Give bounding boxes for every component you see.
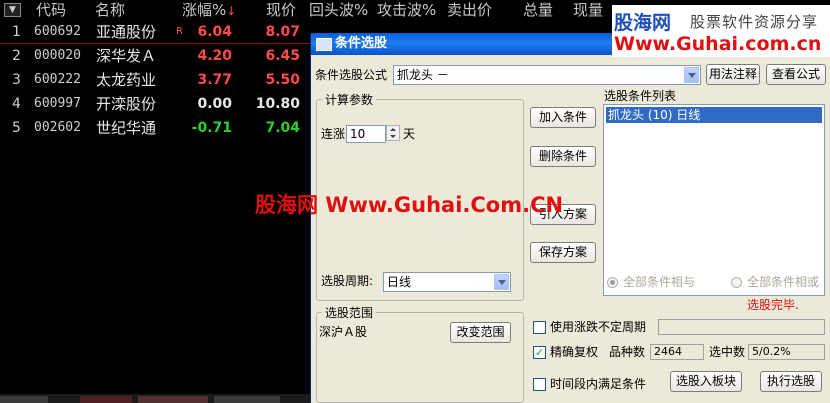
status-text: 选股完毕. [747, 298, 799, 312]
window-icon [316, 38, 332, 51]
logo-name: 股海网 [614, 12, 672, 34]
rights-flag-badge: R [176, 26, 183, 37]
change-percent: 0.00 [197, 96, 232, 112]
change-percent: 3.77 [197, 72, 232, 88]
stock-name: 开滦股份 [96, 95, 157, 113]
current-price: 6.45 [265, 48, 300, 64]
formula-label: 条件选股公式 [315, 68, 388, 82]
use-period-checkbox[interactable] [533, 321, 546, 334]
header-volume[interactable]: 总量 [523, 0, 553, 20]
header-change-label: 涨幅% [182, 1, 227, 19]
dropdown-triangle-icon[interactable]: ▼ [4, 3, 21, 17]
varieties-label: 品种数 [609, 345, 646, 359]
stock-code: 600692 [34, 24, 81, 39]
sort-down-icon: ↓ [226, 4, 237, 18]
header-pullback[interactable]: 回头波% [309, 0, 368, 20]
current-price: 10.80 [255, 96, 300, 112]
varieties-count: 2464 [650, 344, 704, 360]
selected-label: 选中数 [709, 345, 746, 359]
logo-slogan: 股票软件资源分享 [690, 13, 819, 31]
bottom-tab[interactable] [138, 396, 208, 403]
period-select[interactable]: 日线 [383, 272, 511, 292]
header-sell-price[interactable]: 卖出价 [447, 0, 492, 20]
stock-name: 世纪华通 [96, 119, 157, 137]
period-value: 日线 [387, 275, 412, 289]
center-watermark: 股海网 Www.Guhai.Com.CN [255, 193, 564, 217]
row-index: 4 [12, 96, 21, 112]
bottom-tab[interactable] [80, 396, 132, 403]
bottom-tab[interactable] [214, 396, 280, 403]
table-row[interactable]: 2 000020 深华发Ａ 4.20 6.45 [0, 44, 310, 68]
chevron-down-icon[interactable] [684, 67, 699, 83]
stock-name: 深华发Ａ [96, 47, 157, 65]
stock-name: 太龙药业 [96, 71, 157, 89]
site-logo-watermark: 股海网 股票软件资源分享 Www.Guhai.com.cn [612, 5, 830, 57]
stock-name: 亚通股份 [96, 23, 157, 41]
row-index: 3 [12, 72, 21, 88]
table-row[interactable]: 4 600997 开滦股份 0.00 10.80 [0, 92, 310, 116]
execute-select-button[interactable]: 执行选股 [760, 371, 822, 392]
param-stepper[interactable] [386, 125, 400, 141]
param-input[interactable]: 10 [346, 125, 386, 143]
use-period-label: 使用涨跌不定周期 [550, 320, 647, 334]
header-code[interactable]: 代码 [36, 0, 66, 20]
delete-condition-button[interactable]: 删除条件 [530, 146, 596, 167]
range-group-title: 选股范围 [322, 306, 377, 320]
change-percent: 6.04 [197, 24, 232, 40]
current-price: 8.07 [265, 24, 300, 40]
row-index: 2 [12, 48, 21, 64]
stock-code: 002602 [34, 120, 81, 135]
stock-code: 600997 [34, 96, 81, 111]
exact-fq-label: 精确复权 [550, 345, 599, 359]
time-range-label: 时间段内满足条件 [550, 377, 647, 391]
radio-all-or-label: 全部条件相或 [747, 275, 820, 289]
logo-url: Www.Guhai.com.cn [614, 33, 822, 55]
time-range-checkbox[interactable] [533, 378, 546, 391]
view-formula-button[interactable]: 查看公式 [766, 64, 826, 85]
row-index: 5 [12, 120, 21, 136]
dialog-title: 条件选股 [335, 36, 388, 51]
header-change[interactable]: 涨幅%↓ [182, 0, 236, 20]
stock-code: 600222 [34, 72, 81, 87]
chevron-down-icon[interactable] [494, 274, 509, 290]
table-row[interactable]: 5 002602 世纪华通 -0.71 7.04 [0, 116, 310, 140]
row-index: 1 [12, 24, 21, 40]
header-name[interactable]: 名称 [95, 0, 125, 20]
param-label: 连涨 [321, 127, 346, 141]
header-current-volume[interactable]: 现量 [573, 0, 603, 20]
table-row[interactable]: 3 600222 太龙药业 3.77 5.50 [0, 68, 310, 92]
formula-select[interactable]: 抓龙头 － [393, 65, 701, 85]
stock-code: 000020 [34, 48, 81, 63]
period-label: 选股周期: [321, 274, 374, 288]
current-price: 7.04 [265, 120, 300, 136]
change-range-button[interactable]: 改变范围 [450, 322, 511, 343]
period-field [658, 319, 825, 335]
condition-list-title: 选股条件列表 [604, 89, 677, 103]
current-price: 5.50 [265, 72, 300, 88]
range-value: 深沪Ａ股 [319, 325, 368, 339]
formula-value: 抓龙头 － [397, 68, 449, 82]
change-percent: -0.71 [191, 120, 232, 136]
bottom-tab[interactable] [0, 396, 48, 403]
exact-fq-checkbox[interactable]: ✓ [533, 346, 546, 359]
radio-all-or[interactable] [731, 277, 742, 288]
change-percent: 4.20 [197, 48, 232, 64]
table-row[interactable]: 1 600692 亚通股份 R 6.04 8.07 [0, 20, 310, 44]
add-condition-button[interactable]: 加入条件 [530, 107, 596, 128]
selected-count: 5/0.2% [748, 344, 825, 360]
radio-all-and-label: 全部条件相与 [623, 275, 696, 289]
save-plan-button[interactable]: 保存方案 [530, 242, 596, 263]
param-unit: 天 [403, 127, 416, 141]
list-item[interactable]: 抓龙头 (10) 日线 [606, 107, 822, 123]
to-block-button[interactable]: 选股入板块 [670, 371, 742, 392]
condition-list[interactable]: 抓龙头 (10) 日线 [603, 104, 825, 296]
header-attack[interactable]: 攻击波% [377, 0, 436, 20]
header-price[interactable]: 现价 [266, 0, 296, 20]
radio-all-and[interactable] [607, 277, 618, 288]
params-group-title: 计算参数 [322, 93, 377, 107]
usage-notes-button[interactable]: 用法注释 [706, 64, 760, 85]
